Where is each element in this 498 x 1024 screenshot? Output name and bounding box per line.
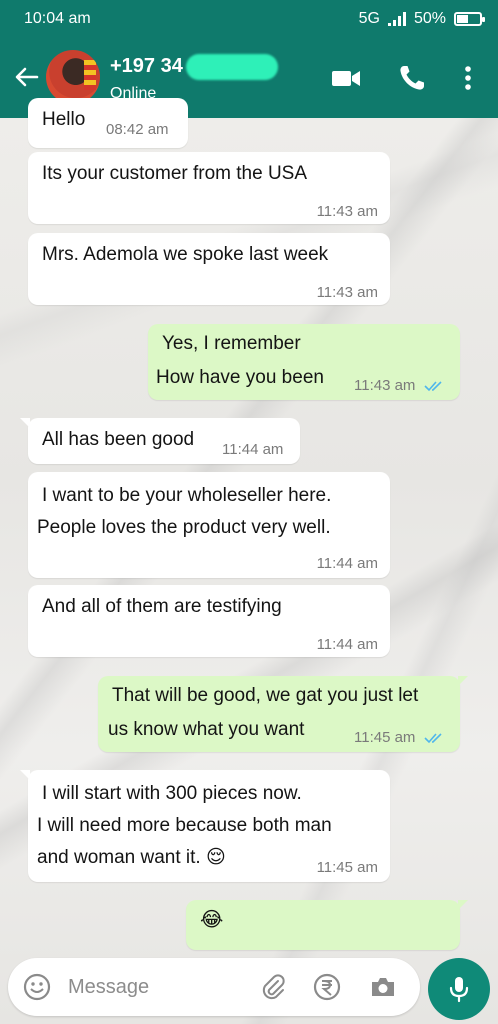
message-time: 11:45 am [316, 859, 378, 876]
redaction-mark [186, 54, 278, 80]
read-receipt-icon [424, 733, 442, 744]
message-time-text: 11:45 am [354, 729, 416, 746]
message-text: I want to be your wholeseller here. [42, 485, 332, 506]
message-text: How have you been [156, 367, 324, 388]
message-time: 11:44 am [316, 636, 378, 653]
message-text: And all of them are testifying [42, 596, 282, 617]
message-bubble-outgoing[interactable]: Yes, I remember How have you been 11:43 … [148, 324, 460, 400]
message-text: Mrs. Ademola we spoke last week [42, 244, 329, 265]
message-bubble-outgoing[interactable]: That will be good, we gat you just let u… [98, 676, 468, 752]
message-text: People loves the product very well. [37, 517, 331, 538]
message-time: 11:44 am [316, 555, 378, 572]
message-bubble-incoming[interactable]: All has been good 11:44 am [20, 418, 300, 464]
contact-avatar[interactable] [46, 50, 100, 104]
message-time: 11:43 am [354, 378, 444, 394]
payment-icon[interactable] [312, 972, 342, 1002]
video-call-icon[interactable] [330, 62, 362, 94]
network-label: 5G [358, 10, 380, 27]
more-options-icon[interactable] [452, 62, 484, 94]
message-text: All has been good [42, 429, 195, 450]
message-input-placeholder[interactable]: Message [68, 976, 149, 999]
message-bubble-incoming[interactable]: I will start with 300 pieces now. I will… [20, 770, 390, 882]
back-arrow-icon[interactable] [12, 62, 42, 92]
message-time-text: 11:43 am [354, 377, 416, 394]
message-bubble-incoming[interactable]: Mrs. Ademola we spoke last week 11:43 am [28, 233, 390, 305]
microphone-icon [449, 977, 469, 1003]
message-text: Yes, I remember [162, 333, 301, 354]
message-time: 11:43 am [316, 284, 378, 301]
message-bubble-outgoing[interactable]: 😂 [186, 900, 468, 950]
status-bar: 10:04 am 5G 50% [24, 8, 485, 34]
message-text: I will start with 300 pieces now. [42, 783, 302, 804]
battery-label: 50% [413, 10, 446, 27]
emoji-icon[interactable] [22, 972, 52, 1002]
voice-call-icon[interactable] [396, 62, 428, 94]
message-text: Hello [42, 109, 86, 130]
message-text: I will need more because both man [37, 815, 332, 836]
attach-icon[interactable] [258, 972, 288, 1002]
message-time: 11:43 am [316, 203, 378, 220]
message-text: 😂 [200, 909, 224, 931]
message-time: 11:44 am [222, 441, 284, 458]
message-bubble-incoming[interactable]: Hello 08:42 am [28, 98, 188, 148]
contact-name[interactable]: +197 34 [110, 55, 183, 78]
message-bubble-incoming[interactable]: Its your customer from the USA 11:43 am [28, 152, 390, 224]
status-time: 10:04 am [24, 10, 91, 27]
status-right: 5G 50% [358, 10, 485, 28]
signal-icon [387, 12, 406, 26]
message-text: us know what you want [108, 719, 305, 740]
message-bubble-incoming[interactable]: And all of them are testifying 11:44 am [28, 585, 390, 657]
read-receipt-icon [424, 381, 442, 392]
message-text: Its your customer from the USA [42, 163, 308, 184]
message-text: That will be good, we gat you just let [112, 685, 419, 706]
battery-icon [454, 12, 485, 26]
message-time: 11:45 am [354, 730, 444, 746]
camera-icon[interactable] [368, 972, 398, 1002]
message-text: and woman want it. 😌 [37, 847, 226, 868]
voice-message-button[interactable] [428, 958, 490, 1020]
message-composer[interactable]: Message [8, 958, 420, 1016]
message-time: 08:42 am [106, 121, 169, 138]
message-bubble-incoming[interactable]: I want to be your wholeseller here. Peop… [28, 472, 390, 578]
